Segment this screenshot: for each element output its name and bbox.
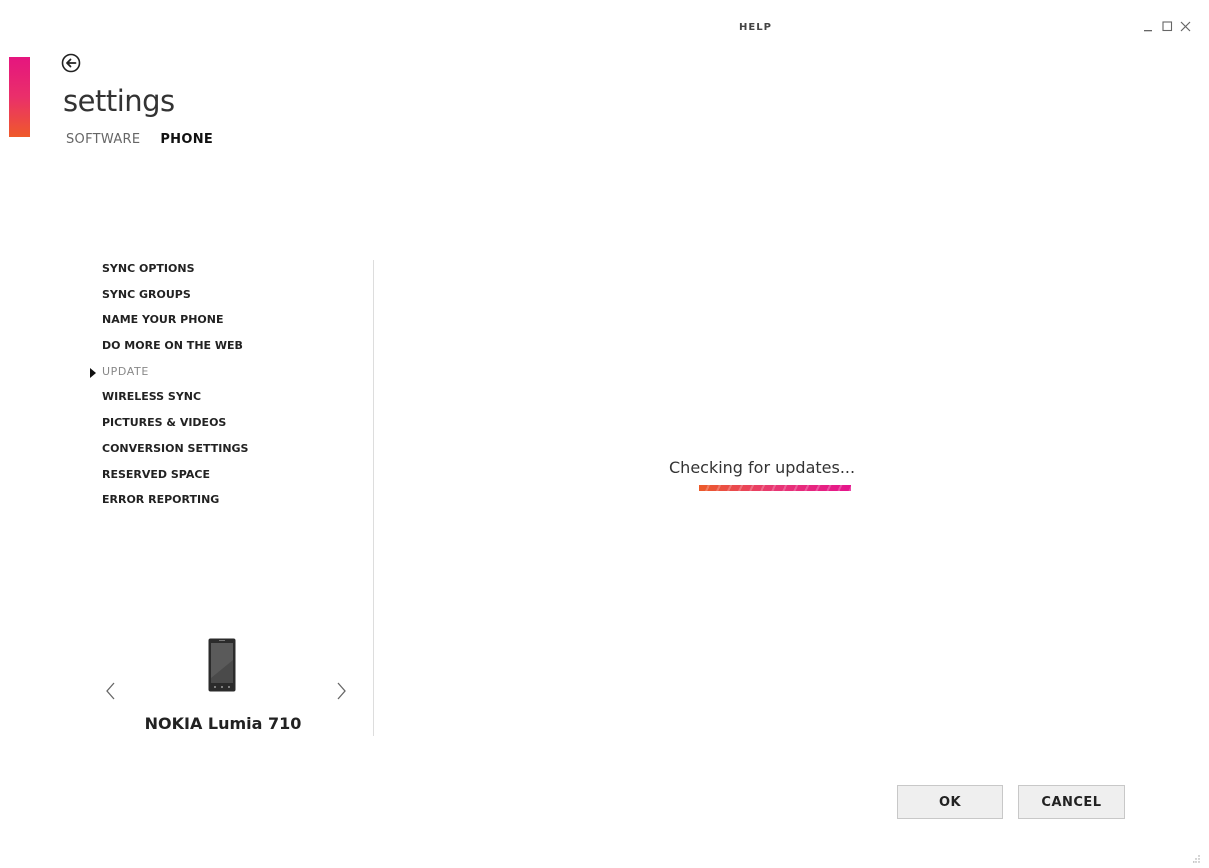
- window-controls: [1143, 19, 1191, 33]
- phone-image: [208, 638, 236, 692]
- nav-item-do-more-on-the-web[interactable]: DO MORE ON THE WEB: [102, 337, 248, 363]
- update-progress-bar: [699, 485, 851, 491]
- update-status-text: Checking for updates...: [669, 458, 856, 477]
- tab-software[interactable]: SOFTWARE: [66, 132, 140, 147]
- close-icon: [1180, 21, 1190, 32]
- back-arrow-icon: [61, 53, 81, 73]
- nav-item-error-reporting[interactable]: ERROR REPORTING: [102, 491, 248, 517]
- next-device-button[interactable]: [332, 680, 350, 702]
- vertical-divider: [373, 260, 374, 736]
- nav-item-wireless-sync[interactable]: WIRELESS SYNC: [102, 388, 248, 414]
- phone-icon: [208, 638, 236, 692]
- cancel-button[interactable]: CANCEL: [1018, 785, 1125, 819]
- nav-item-conversion-settings[interactable]: CONVERSION SETTINGS: [102, 440, 248, 466]
- page-title: settings: [63, 84, 175, 118]
- device-name: NOKIA Lumia 710: [144, 714, 302, 733]
- progress-stripes: [699, 485, 851, 491]
- tab-phone[interactable]: PHONE: [160, 132, 213, 147]
- nav-item-label: UPDATE: [102, 364, 149, 378]
- resize-grip-icon: [1193, 855, 1200, 863]
- nav-item-sync-options[interactable]: SYNC OPTIONS: [102, 260, 248, 286]
- nav-item-update[interactable]: UPDATE: [90, 363, 248, 389]
- close-button[interactable]: [1179, 19, 1191, 33]
- chevron-right-icon: [337, 682, 346, 700]
- maximize-icon: [1161, 21, 1172, 32]
- resize-grip[interactable]: [1193, 849, 1201, 863]
- nav-item-pictures-videos[interactable]: PICTURES & VIDEOS: [102, 414, 248, 440]
- maximize-button[interactable]: [1161, 19, 1173, 33]
- help-link[interactable]: HELP: [739, 22, 772, 33]
- nav-item-name-your-phone[interactable]: NAME YOUR PHONE: [102, 311, 248, 337]
- settings-nav: SYNC OPTIONS SYNC GROUPS NAME YOUR PHONE…: [90, 260, 248, 517]
- pivot-tabs: SOFTWARE PHONE: [66, 132, 213, 147]
- chevron-left-icon: [106, 682, 115, 700]
- nav-item-sync-groups[interactable]: SYNC GROUPS: [102, 286, 248, 312]
- ok-button[interactable]: OK: [897, 785, 1003, 819]
- previous-device-button[interactable]: [102, 680, 120, 702]
- back-button[interactable]: [61, 53, 81, 73]
- selected-marker-icon: [90, 367, 96, 378]
- minimize-button[interactable]: [1143, 19, 1155, 33]
- accent-bar: [9, 57, 30, 137]
- nav-item-reserved-space[interactable]: RESERVED SPACE: [102, 466, 248, 492]
- minimize-icon: [1144, 30, 1152, 32]
